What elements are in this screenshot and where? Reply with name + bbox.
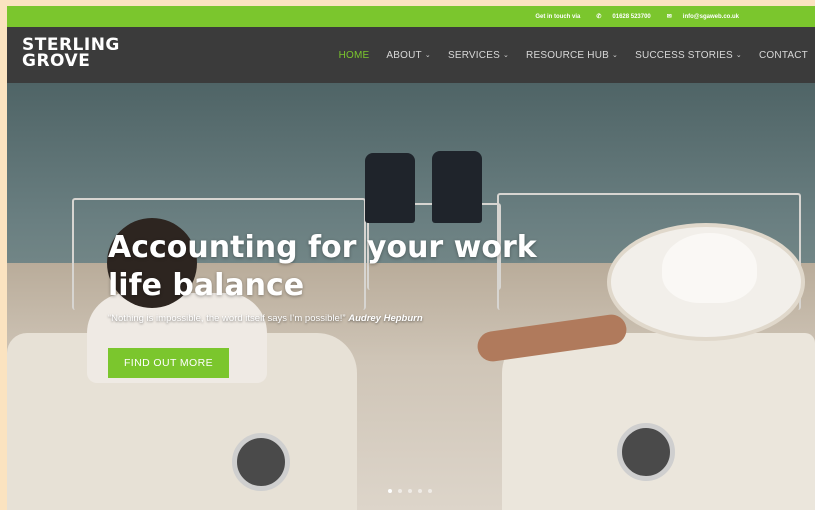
nav-item-label: CONTACT xyxy=(759,49,808,61)
sun-hat-crown xyxy=(662,233,757,303)
website-frame: Get in touch via ✆ 01628 523700 ✉ info@s… xyxy=(7,6,815,510)
hero-slider: Accounting for your work life balance “N… xyxy=(7,83,815,510)
hero-headline: Accounting for your work life balance xyxy=(108,229,578,305)
slider-dot-3[interactable] xyxy=(408,489,412,493)
email-link[interactable]: ✉ info@sgaweb.co.uk xyxy=(659,13,739,21)
top-contact-bar: Get in touch via ✆ 01628 523700 ✉ info@s… xyxy=(7,6,815,27)
email-address: info@sgaweb.co.uk xyxy=(682,13,739,20)
outboard-motor-right xyxy=(432,151,482,223)
phone-number: 01628 523700 xyxy=(612,13,651,20)
chevron-down-icon: ⌄ xyxy=(735,52,742,59)
nav-item-label: HOME xyxy=(338,49,370,61)
slider-dot-1[interactable] xyxy=(388,489,392,493)
nav-item-contact[interactable]: CONTACT xyxy=(759,50,808,61)
slider-dot-4[interactable] xyxy=(418,489,422,493)
nav-item-services[interactable]: SERVICES ⌄ xyxy=(448,50,509,61)
nav-item-label: SERVICES xyxy=(447,49,500,61)
hero-headline-line-2: life balance xyxy=(108,268,305,303)
nav-item-label: SUCCESS STORIES xyxy=(635,49,733,61)
nav-item-resource-hub[interactable]: RESOURCE HUB ⌄ xyxy=(526,50,618,61)
primary-nav: HOME ABOUT ⌄ SERVICES ⌄ RESOURCE HUB ⌄ SUCCESS … xyxy=(339,27,815,83)
quote-author: Audrey Hepburn xyxy=(348,313,423,324)
nav-item-home[interactable]: HOME xyxy=(339,50,370,61)
quote-text: “Nothing is impossible, the word itself … xyxy=(108,313,346,324)
main-navbar: STERLING GROVE HOME ABOUT ⌄ SERVICES ⌄ RESOUR… xyxy=(7,27,815,83)
logo-line-2: GROVE xyxy=(22,51,91,71)
cup-holder-left xyxy=(232,433,290,491)
phone-link[interactable]: ✆ 01628 523700 xyxy=(588,13,651,21)
find-out-more-button[interactable]: FIND OUT MORE xyxy=(108,348,229,378)
nav-item-label: RESOURCE HUB xyxy=(526,49,609,61)
contact-intro: Get in touch via xyxy=(535,13,581,20)
nav-item-success-stories[interactable]: SUCCESS STORIES ⌄ xyxy=(635,50,742,61)
outboard-motor-left xyxy=(365,153,415,223)
slider-dot-5[interactable] xyxy=(428,489,432,493)
site-logo[interactable]: STERLING GROVE xyxy=(22,37,120,71)
slider-pagination xyxy=(388,489,438,493)
hero-quote: “Nothing is impossible, the word itself … xyxy=(108,313,423,324)
boat-seat-right xyxy=(502,333,815,510)
nav-item-about[interactable]: ABOUT ⌄ xyxy=(386,50,431,61)
chevron-down-icon: ⌄ xyxy=(612,52,619,59)
nav-item-label: ABOUT xyxy=(386,49,422,61)
chevron-down-icon: ⌄ xyxy=(502,52,510,59)
slider-dot-2[interactable] xyxy=(398,489,402,493)
phone-icon: ✆ xyxy=(596,14,602,20)
envelope-icon: ✉ xyxy=(666,14,672,20)
cup-holder-right xyxy=(617,423,675,481)
chevron-down-icon: ⌄ xyxy=(424,52,431,59)
hero-headline-line-1: Accounting for your work xyxy=(108,230,537,265)
